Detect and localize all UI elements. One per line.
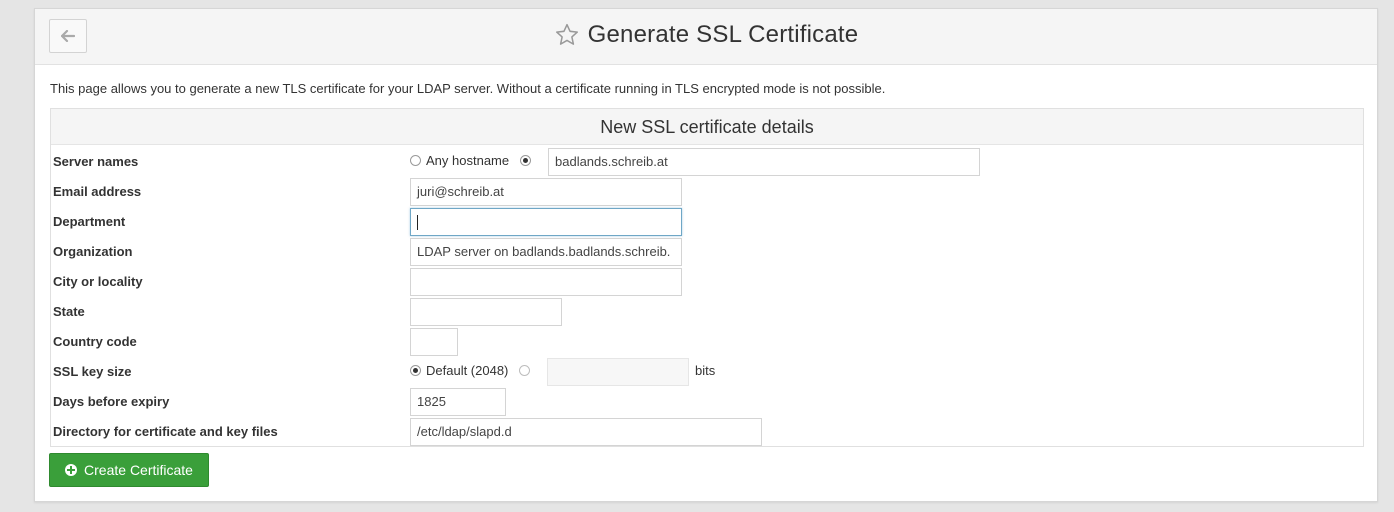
box-heading: New SSL certificate details — [51, 109, 1363, 145]
organization-input[interactable]: LDAP server on badlands.badlands.schreib… — [410, 238, 682, 266]
organization-label: Organization — [53, 244, 133, 259]
default-key-size-radio[interactable] — [410, 365, 421, 376]
key-size-label: SSL key size — [53, 364, 132, 379]
country-label: Country code — [53, 334, 137, 349]
department-input[interactable] — [410, 208, 682, 236]
row-server-names: Server names Any hostname badlands.schre… — [51, 146, 1363, 176]
page-title: Generate SSL Certificate — [587, 21, 859, 48]
state-label: State — [53, 304, 85, 319]
row-department: Department — [51, 206, 1363, 236]
state-input[interactable] — [410, 298, 562, 326]
title-wrap: Generate SSL Certificate — [35, 21, 1377, 49]
certificate-details-box: New SSL certificate details Server names… — [50, 108, 1364, 447]
custom-key-size-radio[interactable] — [519, 365, 530, 376]
custom-key-size-input[interactable] — [547, 358, 689, 386]
city-input[interactable] — [410, 268, 682, 296]
row-organization: Organization LDAP server on badlands.bad… — [51, 236, 1363, 266]
row-state: State — [51, 296, 1363, 326]
star-outline-icon[interactable] — [554, 22, 580, 48]
row-key-size: SSL key size Default (2048) bits — [51, 356, 1363, 386]
department-label: Department — [53, 214, 126, 229]
row-directory: Directory for certificate and key files … — [51, 416, 1363, 446]
server-names-input[interactable]: badlands.schreib.at — [548, 148, 980, 176]
city-label: City or locality — [53, 274, 143, 289]
row-email: Email address juri@schreib.at — [51, 176, 1363, 206]
email-label: Email address — [53, 184, 142, 199]
default-key-size-label: Default (2048) — [426, 363, 509, 378]
bits-unit-label: bits — [695, 363, 716, 378]
server-names-label: Server names — [53, 154, 139, 169]
email-input[interactable]: juri@schreib.at — [410, 178, 682, 206]
main-panel: Generate SSL Certificate This page allow… — [34, 8, 1378, 502]
any-hostname-radio[interactable] — [410, 155, 421, 166]
row-city: City or locality — [51, 266, 1363, 296]
intro-text: This page allows you to generate a new T… — [50, 81, 886, 96]
page-header: Generate SSL Certificate — [35, 9, 1377, 65]
row-country: Country code — [51, 326, 1363, 356]
create-certificate-label: Create Certificate — [84, 462, 193, 478]
directory-input[interactable]: /etc/ldap/slapd.d — [410, 418, 762, 446]
directory-label: Directory for certificate and key files — [53, 424, 278, 439]
expiry-days-input[interactable]: 1825 — [410, 388, 506, 416]
text-caret — [417, 215, 418, 231]
expiry-label: Days before expiry — [53, 394, 170, 409]
country-input[interactable] — [410, 328, 458, 356]
specific-hostname-radio[interactable] — [520, 155, 531, 166]
create-certificate-button[interactable]: Create Certificate — [49, 453, 209, 487]
row-expiry: Days before expiry 1825 — [51, 386, 1363, 416]
plus-circle-icon — [65, 464, 78, 476]
any-hostname-label: Any hostname — [426, 153, 510, 168]
